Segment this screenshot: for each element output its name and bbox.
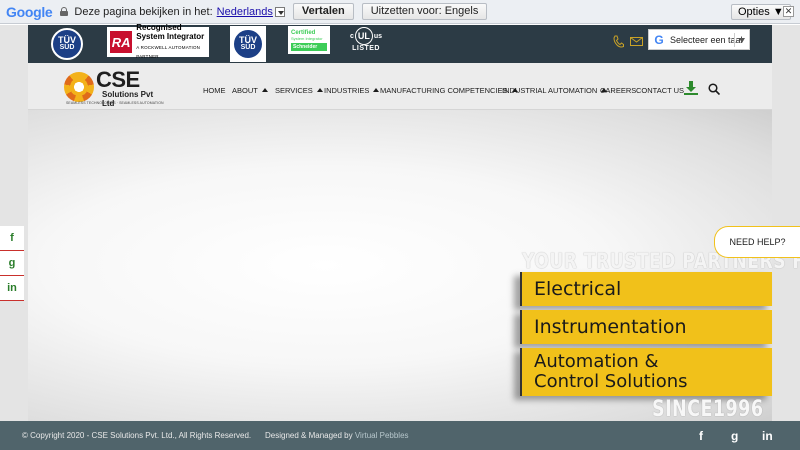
designer-link[interactable]: Virtual Pebbles	[355, 431, 409, 440]
nav-contact[interactable]: CONTACT US	[636, 85, 684, 95]
share-facebook-icon[interactable]: f	[0, 226, 24, 251]
ra-logo-icon: RA	[110, 31, 133, 53]
recognised-integrator-badge: RA Recognised System Integrator A ROCKWE…	[107, 23, 209, 59]
se-line2: System Integrator	[291, 35, 323, 41]
translate-language-link[interactable]: Nederlands	[217, 6, 273, 18]
google-g-icon: G	[654, 32, 664, 47]
hero-item-label-2: Control Solutions	[534, 371, 688, 392]
chevron-up-icon	[373, 88, 380, 92]
language-dropdown-icon[interactable]	[274, 6, 285, 17]
logo-tagline: SEAMLESS TECHNOLOGIES · SEAMLESS AUTOMAT…	[66, 101, 164, 105]
close-icon[interactable]: ✕	[783, 6, 794, 17]
designed-by: Designed & Managed by Virtual Pebbles	[265, 431, 409, 440]
phone-icon[interactable]	[612, 35, 624, 49]
nav-careers[interactable]: CAREERS	[600, 85, 636, 95]
nav-about[interactable]: ABOUT	[232, 85, 268, 95]
lock-icon	[60, 7, 69, 16]
sud-text: SÜD	[59, 44, 75, 51]
hero-item-label: Automation &	[534, 351, 659, 372]
tuv-logo-icon: TÜV SÜD	[234, 30, 262, 58]
download-icon[interactable]	[684, 81, 698, 95]
nav-industries-label: INDUSTRIES	[324, 85, 370, 95]
since-year: SINCE1996	[652, 397, 764, 422]
ra-line2: System Integrator	[136, 32, 205, 41]
sud-text: SÜD	[240, 44, 256, 51]
google-logo-text: Google	[6, 3, 53, 20]
logo-sub: Solutions Pvt Ltd	[102, 90, 154, 108]
share-linkedin-icon[interactable]: in	[0, 276, 24, 301]
nav-manufacturing[interactable]: MANUFACTURING COMPETENCIES	[380, 85, 518, 95]
nav-automation-label: INDUSTRIAL AUTOMATION	[502, 85, 598, 95]
nav-manufacturing-label: MANUFACTURING COMPETENCIES	[380, 85, 508, 95]
nav-careers-label: CAREERS	[600, 85, 637, 95]
cse-logo[interactable]: CSE Solutions Pvt Ltd SEAMLESS TECHNOLOG…	[64, 67, 164, 108]
nav-home-label: HOME	[203, 85, 226, 95]
translate-prompt: Deze pagina bekijken in het:	[74, 5, 213, 18]
options-button[interactable]: Opties ▼	[731, 4, 791, 20]
ra-sub: A ROCKWELL AUTOMATION PARTNER	[136, 45, 201, 59]
ra-line1: Recognised	[136, 23, 182, 32]
hero-item-label: Electrical	[534, 278, 622, 300]
tuv-certificate: TÜV SÜD	[51, 28, 83, 60]
designed-prefix: Designed & Managed by	[265, 431, 353, 440]
copyright-text: © Copyright 2020 - CSE Solutions Pvt. Lt…	[22, 431, 252, 440]
share-google-icon[interactable]: g	[0, 251, 24, 276]
ul-listed-badge: c UL us LISTED	[350, 27, 382, 52]
footer-google-icon[interactable]: g	[731, 429, 738, 443]
tuv-logo-icon: TÜV SÜD	[51, 28, 83, 60]
chevron-up-icon	[316, 88, 323, 92]
tuv-text: TÜV	[239, 35, 257, 45]
nav-services-label: SERVICES	[275, 85, 313, 95]
search-icon[interactable]	[708, 83, 720, 95]
tuv-certificate-2: TÜV SÜD	[230, 26, 266, 62]
ul-logo-icon: UL	[354, 27, 373, 45]
translate-bar: Google Deze pagina bekijken in het: Nede…	[0, 0, 800, 24]
logo-name: CSE	[96, 67, 140, 92]
nav-industries[interactable]: INDUSTRIES	[324, 85, 380, 95]
hero-item-instrumentation: Instrumentation	[520, 310, 772, 344]
footer: © Copyright 2020 - CSE Solutions Pvt. Lt…	[0, 421, 800, 450]
nav-services[interactable]: SERVICES	[275, 85, 323, 95]
schneider-badge: Certified System Integrator Schneider	[288, 26, 330, 54]
need-help-button[interactable]: NEED HELP?	[714, 226, 800, 258]
tuv-text: TÜV	[58, 35, 76, 45]
mail-icon[interactable]	[630, 37, 643, 46]
hero-item-electrical: Electrical	[520, 272, 772, 306]
chevron-up-icon	[261, 88, 268, 92]
chevron-down-icon	[739, 38, 745, 43]
divider	[734, 33, 735, 47]
translate-button[interactable]: Vertalen	[292, 3, 354, 20]
nav-contact-label: CONTACT US	[636, 85, 685, 95]
google-logo: Google	[6, 3, 53, 20]
ul-us: us	[373, 32, 383, 40]
language-select[interactable]: G Selecteer een taal	[648, 29, 750, 50]
ul-c: c	[350, 32, 354, 40]
nav-industrial-automation[interactable]: INDUSTRIAL AUTOMATION	[502, 85, 608, 95]
nav-about-label: ABOUT	[232, 85, 258, 95]
hero-item-automation: Automation & Control Solutions	[520, 348, 772, 396]
se-brand: Schneider	[291, 42, 327, 51]
turn-off-button[interactable]: Uitzetten voor: Engels	[361, 3, 488, 20]
footer-facebook-icon[interactable]: f	[699, 429, 703, 443]
hero-item-label: Instrumentation	[534, 316, 687, 338]
nav-home[interactable]: HOME	[203, 85, 226, 95]
footer-linkedin-icon[interactable]: in	[762, 429, 773, 443]
gear-logo-icon	[64, 72, 94, 102]
language-select-label: Selecteer een taal	[670, 34, 743, 45]
ul-listed-text: LISTED	[352, 45, 380, 52]
ra-text: Recognised System Integrator A ROCKWELL …	[136, 23, 206, 61]
